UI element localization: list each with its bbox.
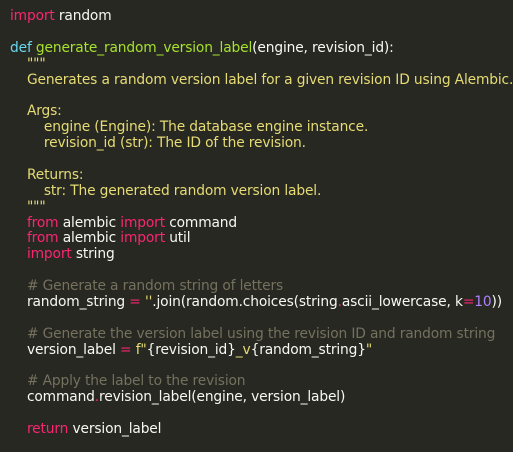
operator: = [462,294,475,311]
code-line-9: revision_id (str): The ID of the revisio… [10,135,306,152]
code-line-8: engine (Engine): The database engine ins… [10,119,369,136]
code-line-22: version_label = f"{revision_id}_v{random… [10,341,513,359]
fstring-expression: {revision_id} [146,341,236,358]
code-line-14: from alembic import command [10,214,513,232]
fstring-text: _v [235,341,251,358]
imported-name: command [164,214,238,231]
code-line-7: Args: [10,103,62,120]
code-block: import random def generate_random_versio… [10,8,513,438]
keyword-import: import [26,246,72,263]
imported-name: string [71,246,115,263]
code-line-27: return version_label [10,421,513,438]
function-name: generate_random_version_label [35,39,253,56]
variable-name: version_label [26,341,121,358]
comment-line: # Generate the version label using the r… [10,325,496,342]
expression: ascii_lowercase, k [341,294,463,311]
fstring-close: " [365,341,373,358]
imported-name: util [164,230,191,247]
comment-line: # Apply the label to the revision [10,373,246,390]
fstring-prefix: f" [135,341,147,358]
code-line-16: import string [10,246,513,263]
variable-name: random_string [26,294,130,311]
object-name: command [26,389,95,406]
return-value: version_label [68,421,162,438]
expression: .join(random.choices(string [152,294,338,311]
fstring-expression: {random_string} [250,341,366,358]
keyword-def: def [10,39,32,56]
code-line-25: command.revision_label(engine, version_l… [10,389,513,406]
operator: = [120,341,132,358]
method-call: revision_label(engine, version_label) [99,389,346,406]
expression: )) [491,294,503,311]
code-editor[interactable]: import random def generate_random_versio… [0,0,513,452]
code-line-12: str: The generated random version label. [10,182,322,199]
operator: = [129,294,141,311]
keyword-from: from [26,230,59,247]
keyword-return: return [26,421,69,438]
code-line-3: def generate_random_version_label(engine… [10,39,513,57]
module-name: alembic [58,214,121,231]
number-literal: 10 [474,294,492,311]
code-line-5: Generates a random version label for a g… [10,71,513,88]
keyword-from: from [26,214,59,231]
code-line-1: import random [10,8,513,25]
module-name: random [54,8,112,24]
keyword-import: import [10,8,55,24]
code-line-4: """ [10,55,46,72]
code-line-19: random_string = ''.join(random.choices(s… [10,294,513,311]
function-params: (engine, revision_id): [252,39,394,56]
code-line-13: """ [10,198,46,215]
module-name: alembic [58,230,121,247]
code-line-11: Returns: [10,166,84,183]
keyword-import: import [120,214,165,231]
code-line-15: from alembic import util [10,231,513,247]
keyword-import: import [120,230,165,247]
comment-line: # Generate a random string of letters [10,278,284,295]
